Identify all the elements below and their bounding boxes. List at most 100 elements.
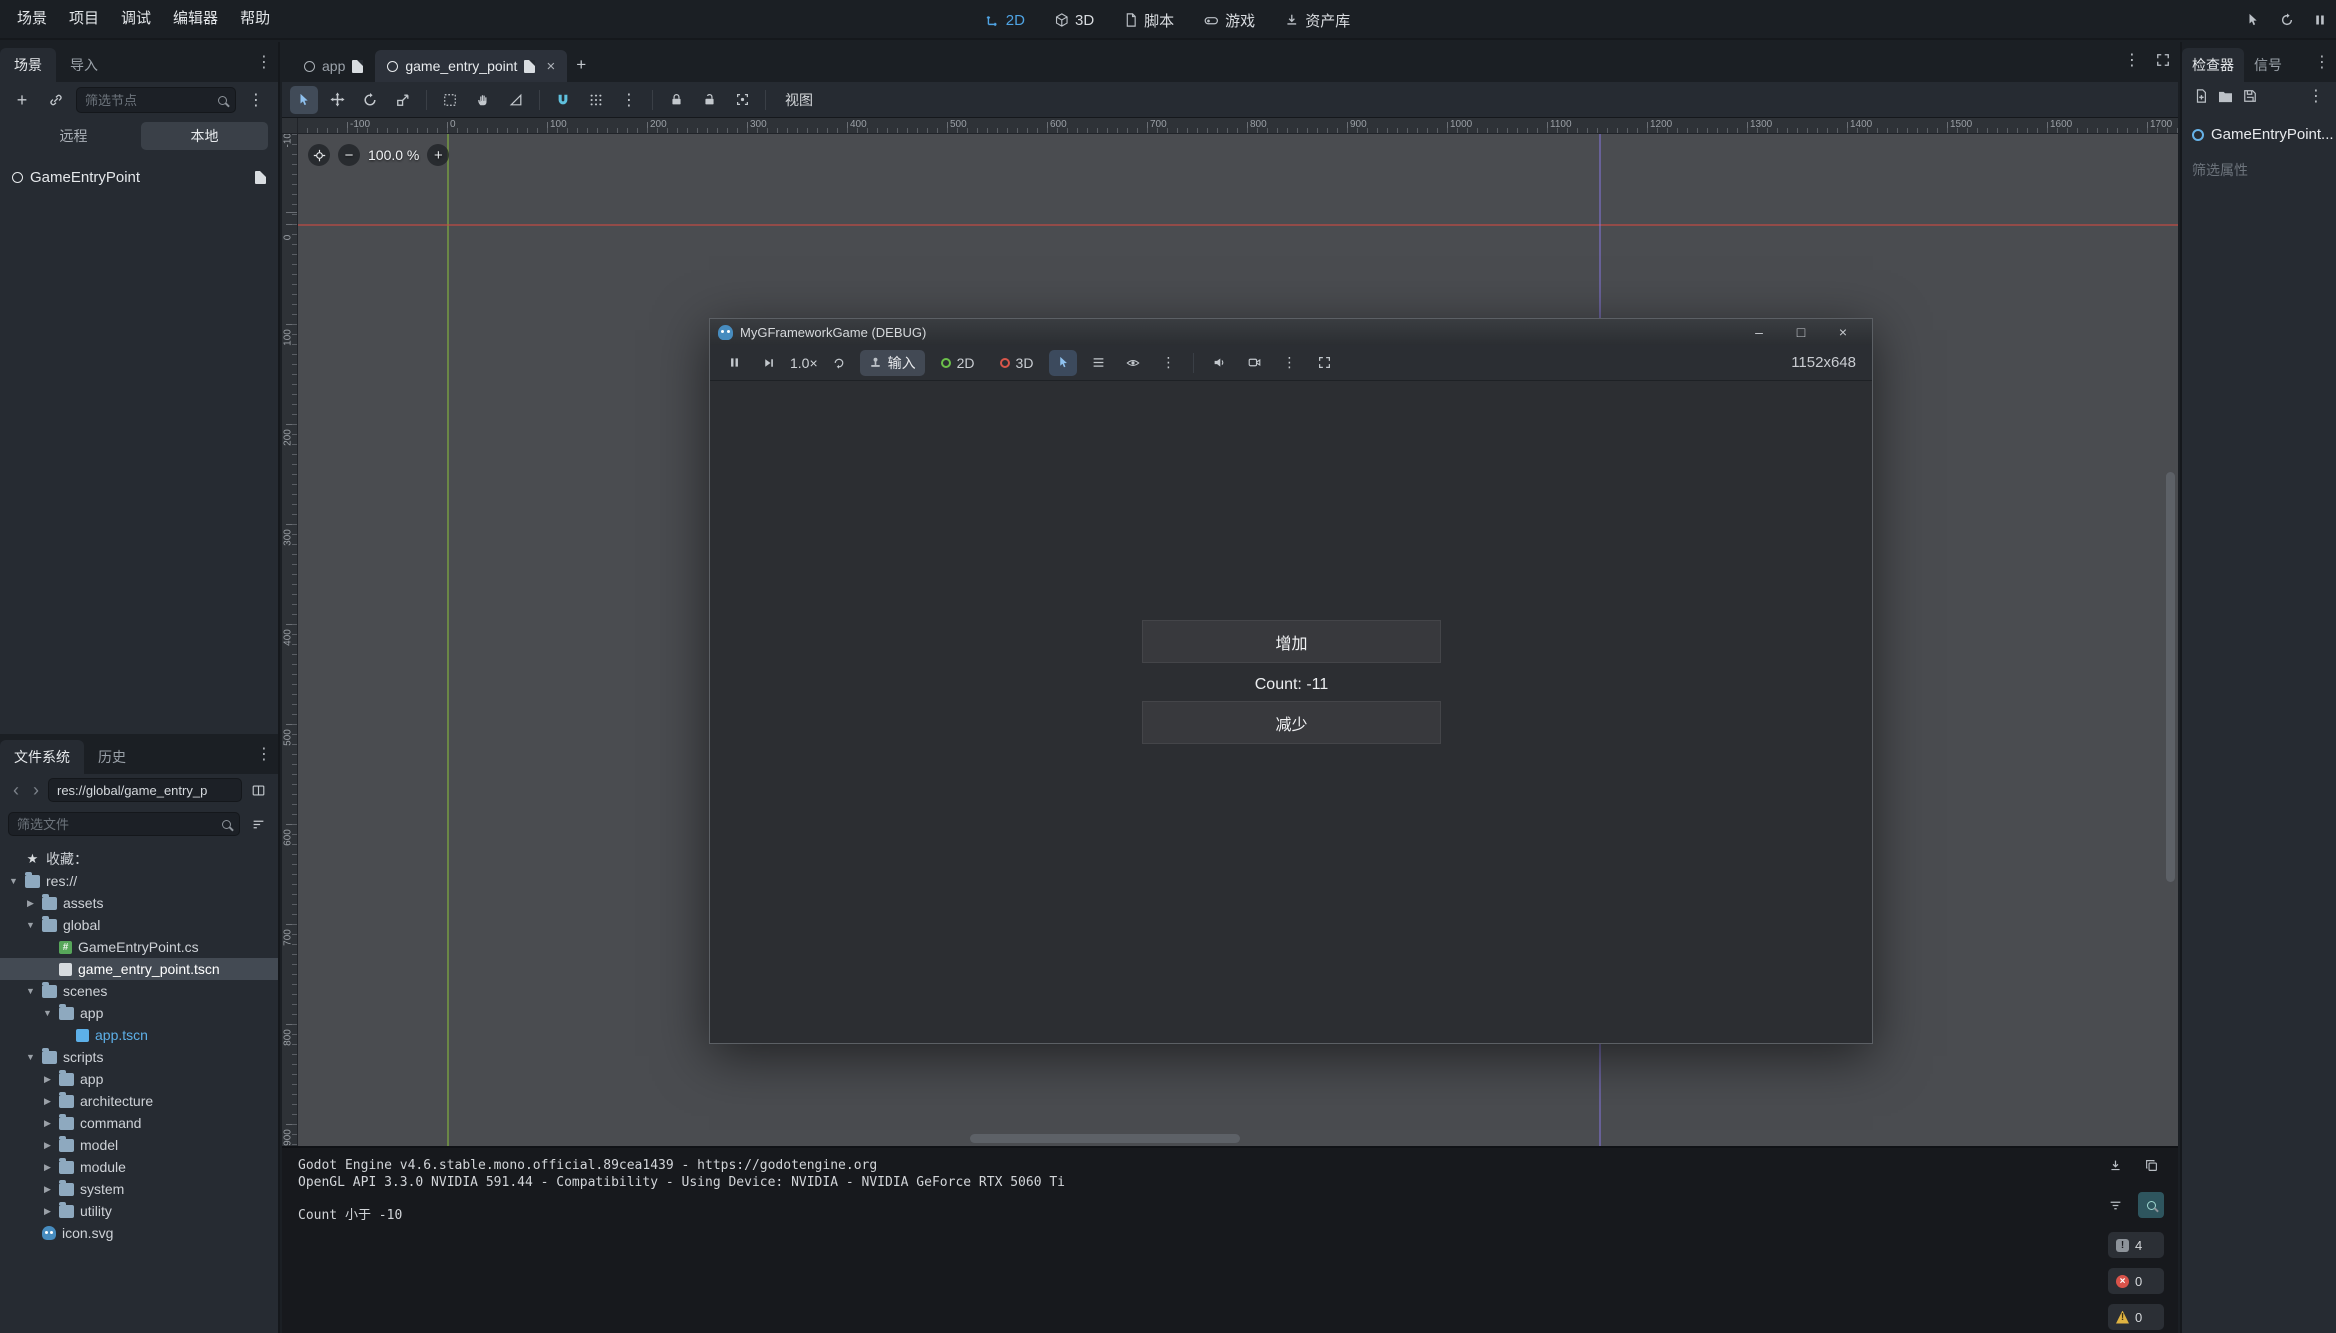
minimize-button[interactable]: – xyxy=(1738,319,1780,345)
menu-item-2[interactable]: 调试 xyxy=(110,0,162,38)
expand-icon[interactable]: ▶ xyxy=(42,1118,53,1129)
file-tree-item[interactable]: ▶assets xyxy=(0,892,278,914)
ruler-tool[interactable] xyxy=(502,86,530,114)
scene-tab-game-entry-point[interactable]: game_entry_point × xyxy=(375,50,567,82)
file-tree-item[interactable]: ▼global xyxy=(0,914,278,936)
decrease-button[interactable]: 减少 xyxy=(1142,701,1441,744)
save-icon[interactable] xyxy=(2243,89,2257,103)
filter-nodes-field[interactable] xyxy=(76,87,236,113)
inspector-options-icon[interactable]: ⋮ xyxy=(2308,86,2324,106)
expand-icon[interactable]: ▶ xyxy=(42,1074,53,1085)
tab-signals[interactable]: 信号 xyxy=(2244,48,2292,82)
new-resource-icon[interactable] xyxy=(2194,89,2208,103)
scale-tool[interactable] xyxy=(389,86,417,114)
file-tree-item[interactable]: ▶module xyxy=(0,1156,278,1178)
move-tool[interactable] xyxy=(323,86,351,114)
dock-options-icon[interactable]: ⋮ xyxy=(256,52,272,72)
workspace-script[interactable]: 脚本 xyxy=(1112,4,1186,36)
remote-button[interactable]: 远程 xyxy=(10,122,137,150)
file-tree-item[interactable]: app.tscn xyxy=(0,1024,278,1046)
file-tree-item[interactable]: icon.svg xyxy=(0,1222,278,1244)
split-view-icon[interactable] xyxy=(246,778,270,802)
pause-icon[interactable] xyxy=(2314,14,2326,26)
expand-icon[interactable]: ▶ xyxy=(25,898,36,909)
expand-icon[interactable]: ▶ xyxy=(42,1096,53,1107)
pause-game-icon[interactable] xyxy=(720,349,748,377)
collapse-icon[interactable]: ▼ xyxy=(25,1052,36,1062)
pan-tool[interactable] xyxy=(469,86,497,114)
collapse-icon[interactable]: ▼ xyxy=(25,920,36,930)
filter-files-input[interactable] xyxy=(17,817,216,832)
errors-badge[interactable]: × 0 xyxy=(2108,1268,2164,1294)
messages-badge[interactable]: ! 4 xyxy=(2108,1232,2164,1258)
tab-scene[interactable]: 场景 xyxy=(0,48,56,82)
filter-files-field[interactable] xyxy=(8,812,240,836)
select-tool[interactable] xyxy=(290,86,318,114)
view-menu[interactable]: 视图 xyxy=(775,90,823,110)
mode-3d-button[interactable]: 3D xyxy=(991,350,1043,376)
zoom-out-button[interactable]: − xyxy=(338,144,360,166)
search-output-icon[interactable] xyxy=(2138,1192,2164,1218)
load-resource-icon[interactable] xyxy=(2218,90,2233,103)
group-button[interactable] xyxy=(728,86,756,114)
selection-list-icon[interactable] xyxy=(1084,349,1112,377)
tab-import[interactable]: 导入 xyxy=(56,48,112,82)
close-tab-icon[interactable]: × xyxy=(546,58,555,75)
filter-nodes-input[interactable] xyxy=(85,93,212,108)
cursor-icon[interactable] xyxy=(2246,13,2260,27)
filter-messages-icon[interactable] xyxy=(2102,1192,2128,1218)
lock-button[interactable] xyxy=(662,86,690,114)
fullscreen-icon[interactable] xyxy=(1310,349,1338,377)
canvas-2d[interactable]: − 100.0 % + MyGFrameworkGame (DEBUG) – □… xyxy=(298,134,2178,1146)
forward-icon[interactable]: › xyxy=(28,780,44,801)
dock-options-icon[interactable]: ⋮ xyxy=(256,744,272,764)
tab-filesystem[interactable]: 文件系统 xyxy=(0,740,84,774)
more-options-icon[interactable]: ⋮ xyxy=(1275,349,1303,377)
file-tree-item[interactable]: ▼app xyxy=(0,1002,278,1024)
path-field[interactable] xyxy=(48,778,242,802)
file-tree-item[interactable]: game_entry_point.tscn xyxy=(0,958,278,980)
dock-options-icon[interactable]: ⋮ xyxy=(2314,52,2330,72)
restart-icon[interactable] xyxy=(2280,13,2294,27)
instance-scene-button[interactable] xyxy=(42,86,70,114)
tab-list-icon[interactable]: ⋮ xyxy=(2124,50,2140,70)
zoom-level[interactable]: 100.0 % xyxy=(368,147,419,163)
visibility-icon[interactable] xyxy=(1119,349,1147,377)
expand-icon[interactable]: ▶ xyxy=(42,1184,53,1195)
collapse-icon[interactable]: ▼ xyxy=(8,876,19,886)
scene-tree-options-icon[interactable]: ⋮ xyxy=(242,86,270,114)
tab-inspector[interactable]: 检查器 xyxy=(2182,48,2244,82)
game-speed[interactable]: 1.0× xyxy=(790,355,818,371)
inspector-node-row[interactable]: GameEntryPoint... xyxy=(2182,126,2336,143)
menu-item-1[interactable]: 项目 xyxy=(58,0,110,38)
file-tree-item[interactable]: ▶utility xyxy=(0,1200,278,1222)
file-tree-item[interactable]: ▼res:// xyxy=(0,870,278,892)
sort-files-icon[interactable] xyxy=(246,812,270,836)
game-options-icon[interactable]: ⋮ xyxy=(1154,349,1182,377)
file-tree-item[interactable]: ▶command xyxy=(0,1112,278,1134)
grid-snap-toggle[interactable] xyxy=(582,86,610,114)
local-button[interactable]: 本地 xyxy=(141,122,268,150)
camera-override-icon[interactable] xyxy=(1240,349,1268,377)
rotate-tool[interactable] xyxy=(356,86,384,114)
workspace-2d[interactable]: 2D xyxy=(974,4,1037,36)
file-tree-item[interactable]: ▼scenes xyxy=(0,980,278,1002)
menu-item-0[interactable]: 场景 xyxy=(6,0,58,38)
back-icon[interactable]: ‹ xyxy=(8,780,24,801)
tab-history[interactable]: 历史 xyxy=(84,740,140,774)
menu-item-3[interactable]: 编辑器 xyxy=(162,0,229,38)
workspace-game[interactable]: 游戏 xyxy=(1192,4,1267,36)
file-tree-item[interactable]: ▶architecture xyxy=(0,1090,278,1112)
save-log-icon[interactable] xyxy=(2102,1152,2128,1178)
workspace-3d[interactable]: 3D xyxy=(1043,4,1106,36)
close-button[interactable]: × xyxy=(1822,319,1864,345)
expand-icon[interactable]: ▶ xyxy=(42,1140,53,1151)
expand-icon[interactable]: ▶ xyxy=(42,1206,53,1217)
workspace-assetlib[interactable]: 资产库 xyxy=(1273,4,1362,36)
path-input[interactable] xyxy=(57,783,233,798)
maximize-button[interactable]: □ xyxy=(1780,319,1822,345)
center-view-icon[interactable] xyxy=(308,144,330,166)
audio-icon[interactable] xyxy=(1205,349,1233,377)
game-window-titlebar[interactable]: MyGFrameworkGame (DEBUG) – □ × xyxy=(710,319,1872,345)
smart-snap-toggle[interactable] xyxy=(549,86,577,114)
